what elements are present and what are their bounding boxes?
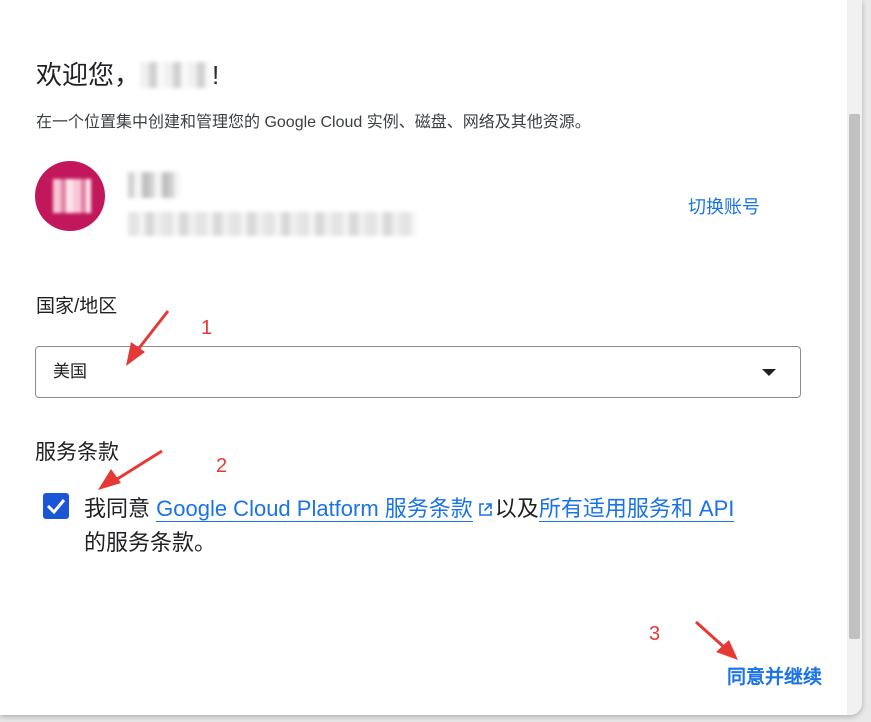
annotation-number-3: 3 bbox=[649, 623, 661, 645]
annotation-arrow-2 bbox=[98, 449, 163, 490]
annotation-number-1: 1 bbox=[201, 317, 213, 339]
annotation-arrows bbox=[98, 310, 738, 660]
annotation-arrow-3 bbox=[694, 620, 738, 660]
annotation-number-2: 2 bbox=[216, 455, 228, 477]
annotation-arrow-1 bbox=[126, 310, 170, 366]
